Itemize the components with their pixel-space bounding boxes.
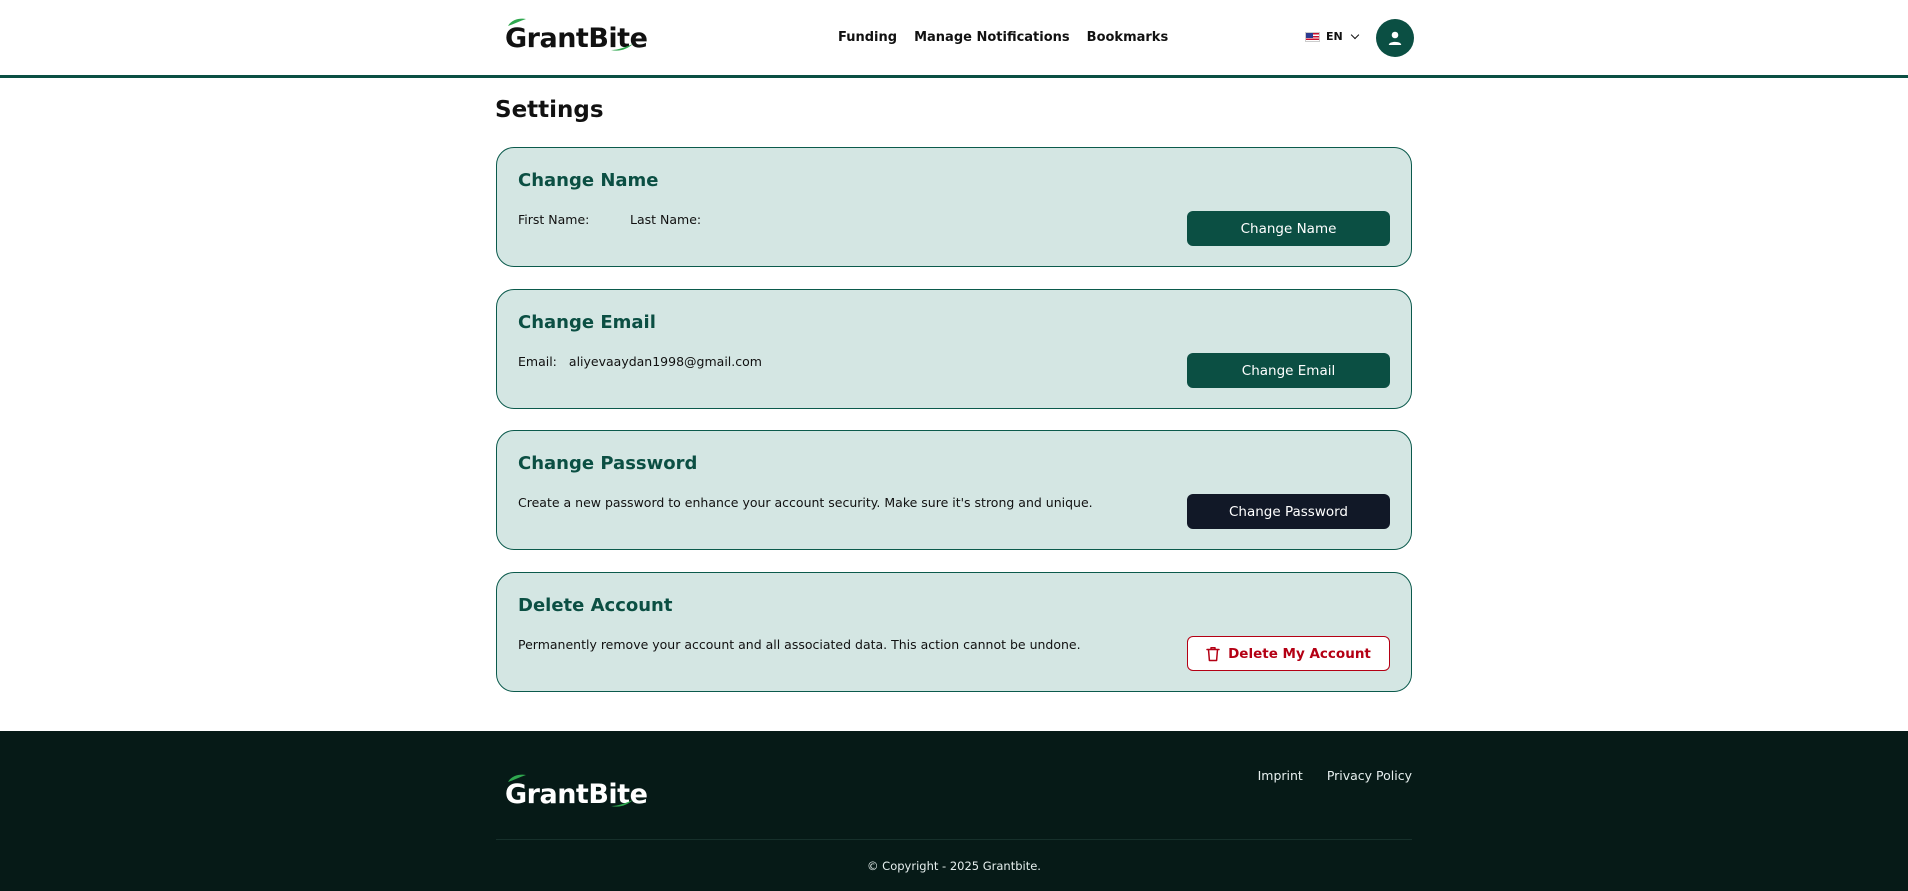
leaf-icon [508,18,526,26]
change-name-button[interactable]: Change Name [1187,211,1390,246]
first-name-label: First Name: [518,212,590,227]
top-header: GrantBite Funding Manage Notifications B… [0,0,1908,78]
footer-link-privacy-policy[interactable]: Privacy Policy [1327,768,1412,783]
change-email-button[interactable]: Change Email [1187,353,1390,388]
header-logo[interactable]: GrantBite [505,18,648,54]
page-footer: GrantBite Imprint Privacy Policy © Copyr… [0,731,1908,891]
delete-account-card: Delete Account Permanently remove your a… [496,572,1412,692]
footer-link-imprint[interactable]: Imprint [1258,768,1303,783]
change-name-card: Change Name First Name: Last Name: Chang… [496,147,1412,267]
language-selector[interactable]: EN [1305,30,1359,43]
leaf-icon [508,774,526,782]
main-nav: Funding Manage Notifications Bookmarks [838,30,1168,45]
nav-bookmarks[interactable]: Bookmarks [1087,30,1169,45]
email-label: Email: [518,354,557,369]
delete-account-label: Delete My Account [1228,645,1371,662]
delete-account-button[interactable]: Delete My Account [1187,636,1390,671]
us-flag-icon [1305,31,1320,42]
nav-manage-notifications[interactable]: Manage Notifications [914,30,1070,45]
password-description: Create a new password to enhance your ac… [518,495,1093,510]
change-email-card: Change Email Email: aliyevaaydan1998@gma… [496,289,1412,409]
change-name-title: Change Name [518,170,659,191]
name-fields: First Name: Last Name: [518,212,701,227]
last-name-label: Last Name: [630,212,702,227]
change-password-button[interactable]: Change Password [1187,494,1390,529]
page-title: Settings [495,97,604,123]
change-email-title: Change Email [518,312,656,333]
change-password-card: Change Password Create a new password to… [496,430,1412,550]
delete-account-title: Delete Account [518,595,673,616]
copyright: © Copyright - 2025 Grantbite. [867,859,1041,873]
trash-icon [1206,646,1220,661]
nav-funding[interactable]: Funding [838,30,897,45]
footer-logo[interactable]: GrantBite [505,774,648,810]
footer-links: Imprint Privacy Policy [1258,768,1412,783]
email-value: aliyevaaydan1998@gmail.com [568,354,762,369]
delete-description: Permanently remove your account and all … [518,637,1081,652]
swoosh-icon [611,800,633,807]
swoosh-icon [611,44,633,51]
change-password-title: Change Password [518,453,698,474]
user-avatar-button[interactable] [1376,19,1414,57]
footer-divider [496,839,1412,840]
chevron-down-icon [1350,30,1359,40]
email-field: Email: aliyevaaydan1998@gmail.com [518,354,762,369]
user-icon [1388,31,1402,45]
language-code: EN [1326,30,1343,43]
password-description-text: Create a new password to enhance your ac… [518,495,1093,510]
delete-description-text: Permanently remove your account and all … [518,637,1081,652]
